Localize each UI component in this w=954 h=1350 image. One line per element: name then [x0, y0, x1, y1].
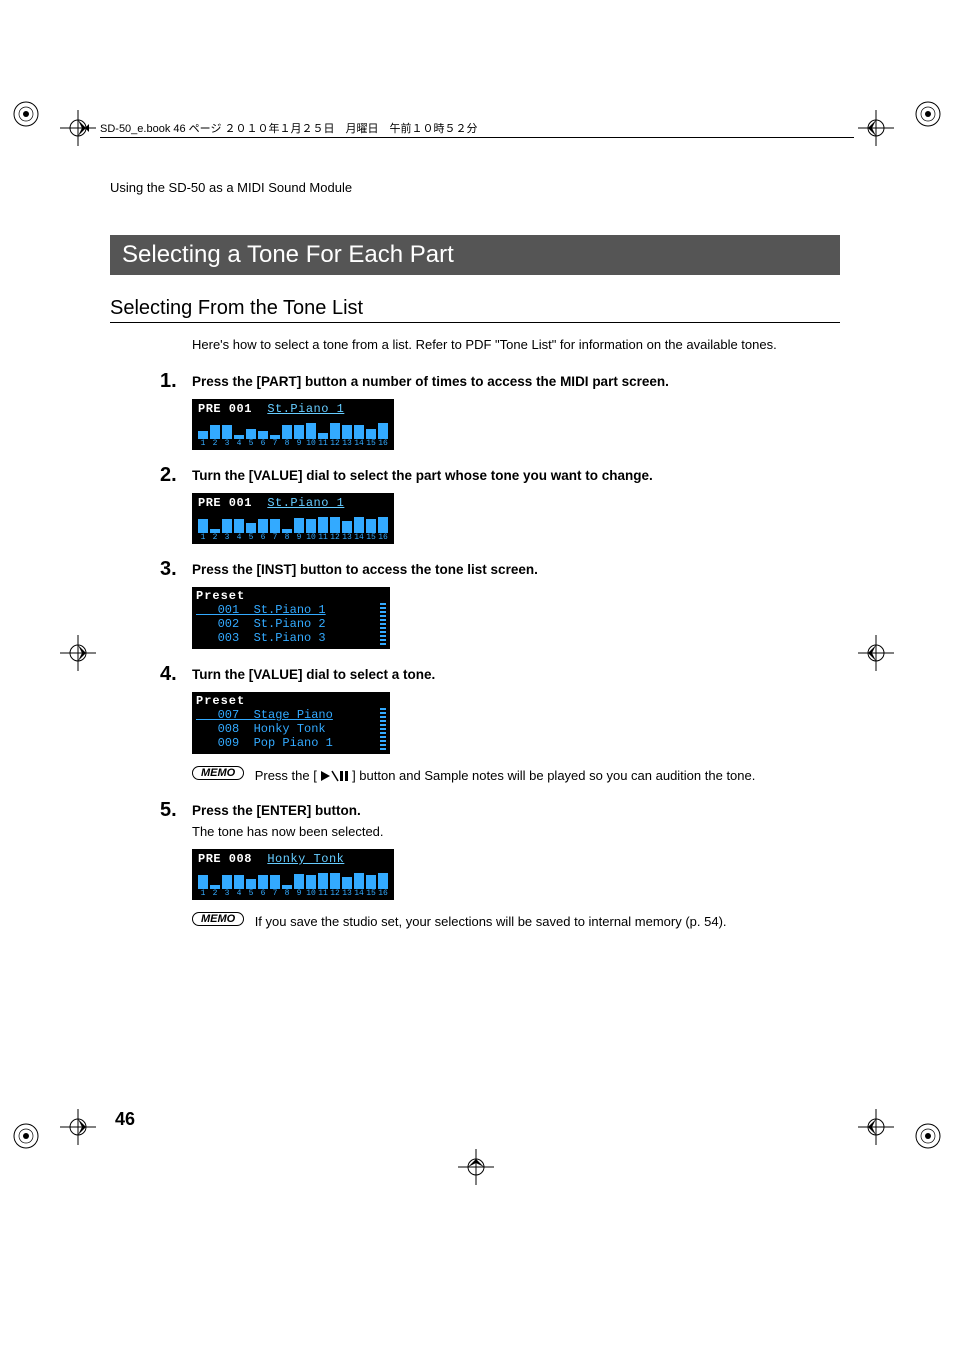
step-2: 2. Turn the [VALUE] dial to select the p… — [110, 468, 840, 544]
running-head: Using the SD-50 as a MIDI Sound Module — [110, 180, 840, 195]
step-number: 2. — [160, 464, 177, 487]
memo-badge: MEMO — [192, 766, 244, 780]
print-registration-mark-icon — [12, 1122, 40, 1150]
step-text: Press the [ENTER] button. — [192, 803, 840, 818]
step-5: 5. Press the [ENTER] button. The tone ha… — [110, 803, 840, 931]
step-text: Press the [PART] button a number of time… — [192, 374, 840, 389]
print-crosshair-icon — [858, 110, 894, 146]
print-registration-mark-icon — [914, 1122, 942, 1150]
print-crosshair-icon — [60, 635, 96, 671]
step-3: 3. Press the [INST] button to access the… — [110, 562, 840, 649]
subsection-title: Selecting From the Tone List — [110, 297, 840, 323]
step-text: Turn the [VALUE] dial to select a tone. — [192, 667, 840, 682]
intro-text: Here's how to select a tone from a list.… — [192, 337, 840, 352]
lcd-screenshot-2: PRE 001 St.Piano 1 123456789101112131415… — [192, 493, 394, 544]
lcd-screenshot-1: PRE 001 St.Piano 1 123456789101112131415… — [192, 399, 394, 450]
print-crosshair-icon — [60, 1109, 96, 1145]
print-registration-mark-icon — [914, 100, 942, 128]
step-number: 4. — [160, 663, 177, 686]
memo-badge: MEMO — [192, 912, 244, 926]
step-1: 1. Press the [PART] button a number of t… — [110, 374, 840, 450]
print-crosshair-icon — [858, 635, 894, 671]
step-subtext: The tone has now been selected. — [192, 824, 840, 839]
step-number: 1. — [160, 370, 177, 393]
memo-text: If you save the studio set, your selecti… — [255, 914, 727, 929]
play-pause-icon — [320, 770, 348, 785]
pdf-header-line: SD-50_e.book 46 ページ ２０１０年１月２５日 月曜日 午前１０時… — [100, 120, 854, 138]
print-crosshair-icon — [858, 1109, 894, 1145]
section-title: Selecting a Tone For Each Part — [110, 235, 840, 275]
step-number: 5. — [160, 799, 177, 822]
memo-text: Press the [ ] button and Sample notes wi… — [255, 768, 756, 785]
step-text: Press the [INST] button to access the to… — [192, 562, 840, 577]
step-text: Turn the [VALUE] dial to select the part… — [192, 468, 840, 483]
lcd-screenshot-4: Preset 007 Stage Piano 008 Honky Tonk 00… — [192, 692, 390, 754]
print-registration-mark-icon — [12, 100, 40, 128]
step-number: 3. — [160, 558, 177, 581]
lcd-screenshot-5: PRE 008 Honky Tonk 123456789101112131415… — [192, 849, 394, 900]
page-number: 46 — [115, 1109, 135, 1130]
lcd-screenshot-3: Preset 001 St.Piano 1 002 St.Piano 2 003… — [192, 587, 390, 649]
print-crosshair-icon — [458, 1149, 494, 1185]
print-crosshair-icon — [60, 110, 96, 146]
step-4: 4. Turn the [VALUE] dial to select a ton… — [110, 667, 840, 785]
